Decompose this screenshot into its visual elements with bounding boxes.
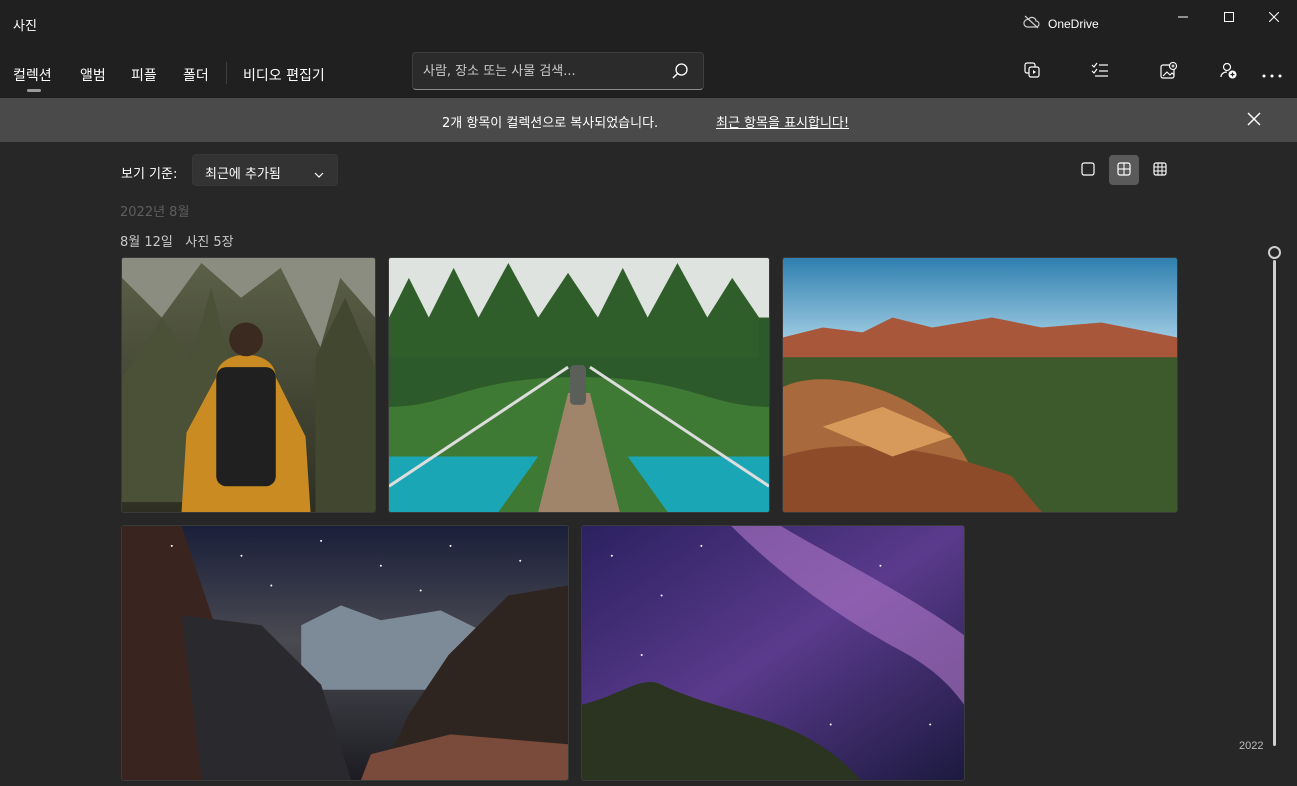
- photo-tile[interactable]: [581, 525, 965, 781]
- select-button[interactable]: [1088, 60, 1112, 84]
- tab-people[interactable]: 피플: [131, 65, 157, 85]
- timeline-track[interactable]: [1273, 260, 1276, 746]
- timeline-year[interactable]: 2022: [1239, 740, 1263, 752]
- large-view-button[interactable]: [1073, 155, 1103, 185]
- close-window-button[interactable]: [1251, 0, 1297, 34]
- more-icon: [1262, 63, 1282, 82]
- minimize-icon: [1178, 12, 1188, 22]
- app-title: 사진: [13, 19, 37, 34]
- title-bar: 사진 OneDrive: [0, 0, 1297, 48]
- medium-view-button[interactable]: [1109, 155, 1139, 185]
- maximize-icon: [1224, 12, 1234, 22]
- slideshow-icon: [1024, 62, 1040, 82]
- nav-bar: 컬렉션 앨범 피플 폴더 비디오 편집기: [0, 48, 1297, 98]
- banner-message: 2개 항목이 컬렉션으로 복사되었습니다.: [442, 116, 659, 131]
- month-heading: 2022년 8월: [120, 205, 190, 220]
- maximize-button[interactable]: [1206, 0, 1252, 34]
- sort-dropdown[interactable]: 최근에 추가됨: [192, 154, 338, 186]
- tab-selected-indicator: [27, 89, 41, 92]
- canyon-photo: [783, 258, 1177, 512]
- add-person-icon: [1219, 62, 1237, 83]
- import-button[interactable]: [1156, 60, 1180, 84]
- tab-collection[interactable]: 컬렉션: [13, 65, 52, 85]
- cloud-off-icon: [1023, 15, 1040, 32]
- video-editor-link[interactable]: 비디오 편집기: [243, 65, 325, 85]
- more-button[interactable]: [1260, 60, 1284, 84]
- bridge-photo: [389, 258, 769, 512]
- banner-close-button[interactable]: [1243, 109, 1265, 131]
- day-heading: 8월 12일 사진 5장: [120, 231, 234, 250]
- chevron-down-icon: [314, 165, 324, 184]
- photo-tile[interactable]: [388, 257, 770, 513]
- slideshow-button[interactable]: [1020, 60, 1044, 84]
- tab-albums[interactable]: 앨범: [80, 65, 106, 85]
- search-box[interactable]: [412, 52, 704, 90]
- close-icon: [1269, 12, 1279, 22]
- day-date: 8월 12일: [120, 235, 173, 250]
- gallery-content: 보기 기준: 최근에 추가됨 2022년 8월 8월 12일 사진 5장 202…: [0, 142, 1297, 786]
- medium-grid-icon: [1117, 161, 1131, 180]
- photo-tile[interactable]: [782, 257, 1178, 513]
- photo-tile[interactable]: [121, 525, 569, 781]
- timeline-handle[interactable]: [1268, 246, 1281, 259]
- nav-divider: [226, 62, 227, 84]
- small-grid-icon: [1153, 161, 1167, 180]
- day-photo-count: 사진 5장: [185, 235, 234, 250]
- search-input[interactable]: [423, 61, 663, 81]
- minimize-button[interactable]: [1160, 0, 1206, 34]
- add-person-button[interactable]: [1216, 60, 1240, 84]
- notification-banner: 2개 항목이 컬렉션으로 복사되었습니다. 최근 항목을 표시합니다!: [0, 98, 1297, 142]
- canyon-night-photo: [122, 526, 568, 780]
- milky-way-photo: [582, 526, 964, 780]
- hiker-photo: [122, 258, 375, 512]
- view-by-label: 보기 기준:: [121, 167, 178, 182]
- onedrive-status[interactable]: OneDrive: [1023, 15, 1099, 32]
- show-recent-link[interactable]: 최근 항목을 표시합니다!: [716, 112, 849, 131]
- search-icon[interactable]: [671, 62, 689, 84]
- tab-folders[interactable]: 폴더: [183, 65, 209, 85]
- import-icon: [1159, 61, 1177, 83]
- sort-value: 최근에 추가됨: [205, 167, 281, 182]
- select-icon: [1091, 62, 1109, 82]
- onedrive-label: OneDrive: [1048, 16, 1099, 31]
- small-view-button[interactable]: [1145, 155, 1175, 185]
- single-square-icon: [1081, 161, 1095, 180]
- photo-tile[interactable]: [121, 257, 376, 513]
- close-icon: [1247, 111, 1261, 130]
